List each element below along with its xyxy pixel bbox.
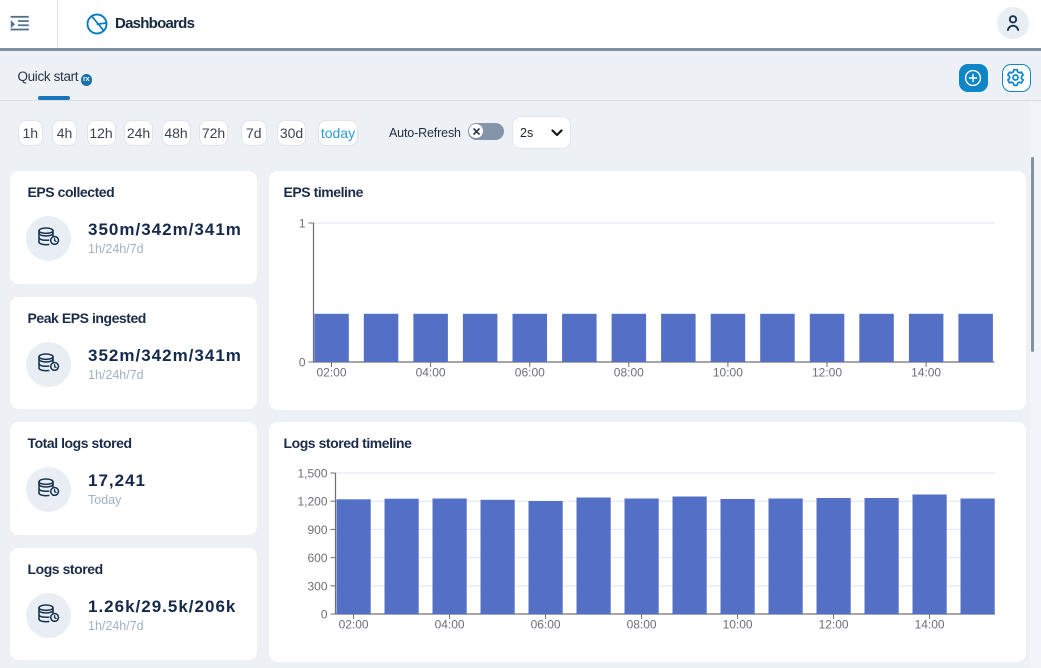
svg-text:12:00: 12:00: [812, 366, 842, 380]
svg-text:02:00: 02:00: [316, 366, 346, 380]
svg-text:10:00: 10:00: [723, 618, 753, 632]
svg-text:0: 0: [299, 356, 306, 370]
svg-text:08:00: 08:00: [614, 366, 644, 380]
svg-text:1,500: 1,500: [297, 467, 327, 481]
svg-text:14:00: 14:00: [911, 366, 941, 380]
svg-text:600: 600: [307, 551, 327, 565]
svg-text:10:00: 10:00: [713, 366, 743, 380]
svg-text:12:00: 12:00: [819, 618, 849, 632]
svg-text:04:00: 04:00: [435, 618, 465, 632]
svg-text:900: 900: [307, 523, 327, 537]
svg-text:04:00: 04:00: [416, 366, 446, 380]
svg-text:02:00: 02:00: [339, 618, 369, 632]
svg-text:0: 0: [321, 608, 328, 622]
svg-text:14:00: 14:00: [915, 618, 945, 632]
svg-text:1,200: 1,200: [297, 495, 327, 509]
svg-text:06:00: 06:00: [531, 618, 561, 632]
svg-text:08:00: 08:00: [627, 618, 657, 632]
svg-text:06:00: 06:00: [515, 366, 545, 380]
svg-text:1: 1: [299, 217, 306, 231]
svg-text:300: 300: [307, 579, 327, 593]
